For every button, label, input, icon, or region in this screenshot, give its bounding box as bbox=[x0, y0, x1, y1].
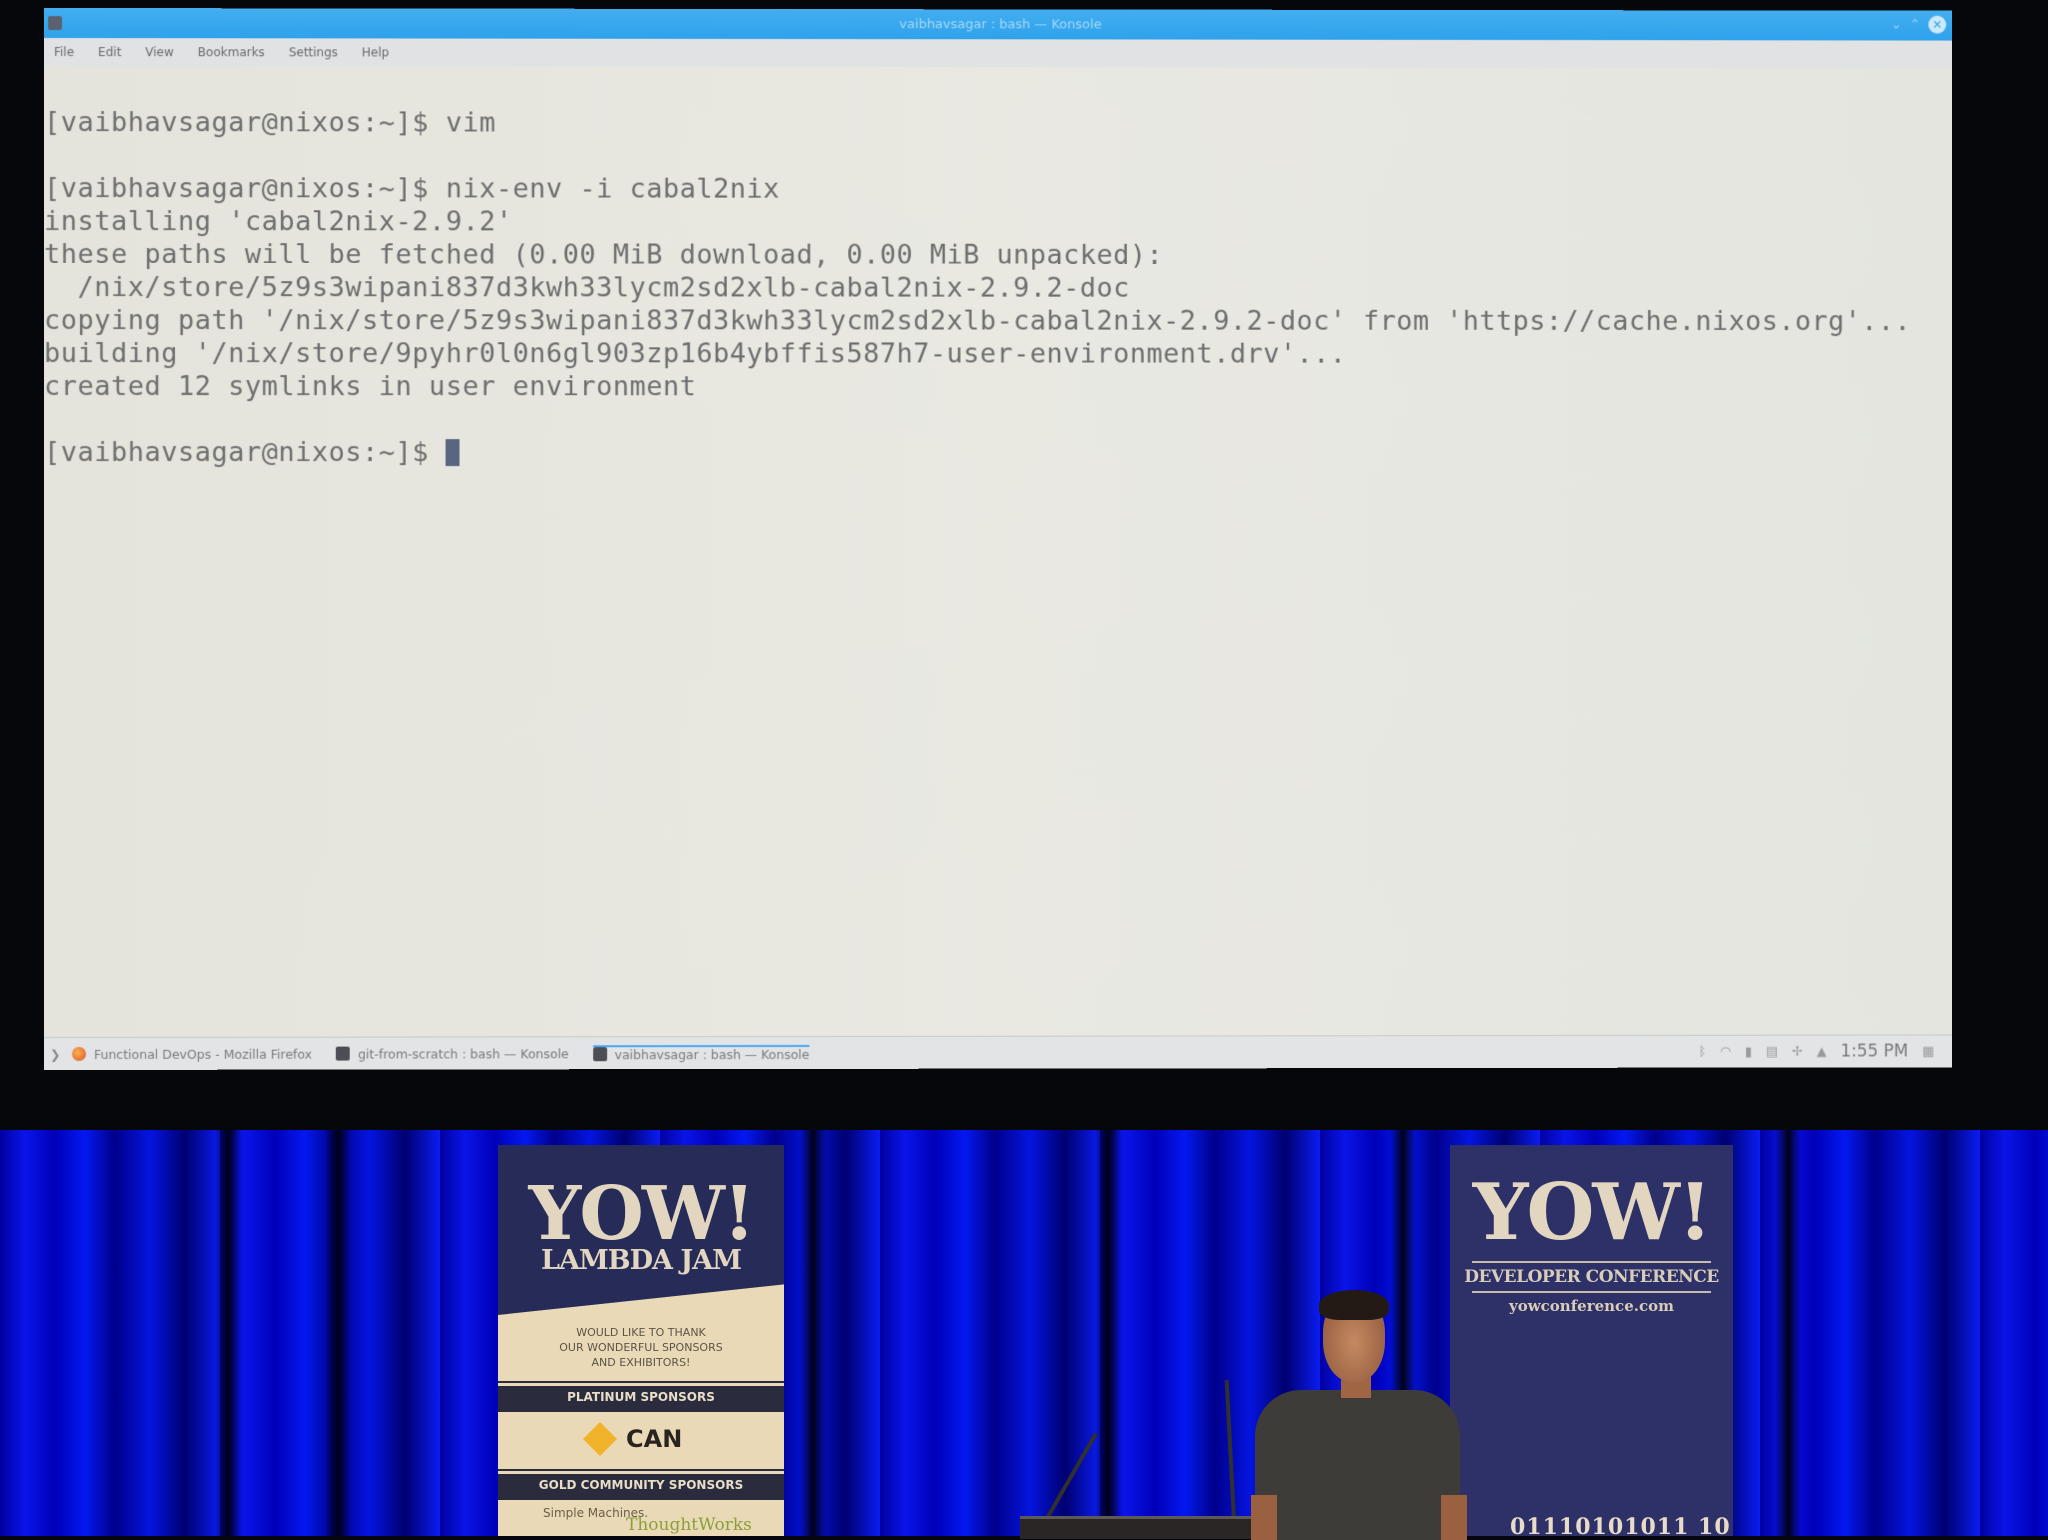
speaker-arm bbox=[1441, 1495, 1467, 1540]
task-label: git-from-scratch : bash — Konsole bbox=[357, 1045, 569, 1062]
menu-view[interactable]: View bbox=[145, 45, 173, 59]
projected-screen: vaibhavsagar : bash — Konsole ⌄ ⌃ ✕ File… bbox=[0, 0, 2048, 1130]
speaker-arm bbox=[1251, 1495, 1277, 1540]
speaker-torso bbox=[1255, 1390, 1460, 1540]
sponsor-thoughtworks: ThoughtWorks bbox=[626, 1515, 752, 1535]
thanks-line: OUR WONDERFUL SPONSORS bbox=[559, 1341, 723, 1354]
gold-heading: GOLD COMMUNITY SPONSORS bbox=[498, 1469, 784, 1500]
task-git-from-scratch[interactable]: git-from-scratch : bash — Konsole bbox=[335, 1045, 569, 1062]
terminal-line: building '/nix/store/9pyhr0l0n6gl903zp16… bbox=[44, 338, 1347, 370]
expand-tray-icon[interactable]: ▲ bbox=[1817, 1044, 1827, 1059]
banner-thanks: WOULD LIKE TO THANK OUR WONDERFUL SPONSO… bbox=[498, 1325, 784, 1370]
show-desktop-icon[interactable]: ▦ bbox=[1922, 1044, 1934, 1059]
terminal-prompt: [vaibhavsagar@nixos:~]$ bbox=[44, 437, 446, 469]
konsole-window: vaibhavsagar : bash — Konsole ⌄ ⌃ ✕ File… bbox=[44, 8, 1953, 1070]
volume-icon[interactable]: ✢ bbox=[1792, 1044, 1803, 1059]
wifi-icon[interactable]: ◠ bbox=[1720, 1044, 1731, 1059]
minimize-icon[interactable]: ⌄ bbox=[1891, 17, 1902, 32]
terminal-line: [vaibhavsagar@nixos:~]$ vim bbox=[44, 107, 496, 139]
task-firefox[interactable]: Functional DevOps - Mozilla Firefox bbox=[71, 1046, 312, 1062]
application-launcher-icon[interactable]: ❯ bbox=[50, 1046, 72, 1061]
window-controls: ⌄ ⌃ ✕ bbox=[1891, 15, 1947, 34]
banner-subtitle: DEVELOPER CONFERENCE bbox=[1464, 1267, 1719, 1287]
menu-help[interactable]: Help bbox=[362, 45, 389, 59]
terminal-line: created 12 symlinks in user environment bbox=[44, 371, 697, 403]
terminal-output[interactable]: [vaibhavsagar@nixos:~]$ vim [vaibhavsaga… bbox=[44, 66, 1953, 1038]
stage-curtain bbox=[0, 1130, 2048, 1536]
terminal-line: [vaibhavsagar@nixos:~]$ nix-env -i cabal… bbox=[44, 173, 780, 205]
firefox-icon bbox=[71, 1046, 86, 1061]
platinum-heading: PLATINUM SPONSORS bbox=[498, 1381, 784, 1412]
curtain-fold bbox=[215, 1130, 241, 1536]
curtain-fold bbox=[325, 1130, 351, 1536]
speaker-hair bbox=[1319, 1290, 1389, 1320]
taskbar: ❯ Functional DevOps - Mozilla Firefox gi… bbox=[44, 1034, 1953, 1070]
banner-binary: 01110101011 10 bbox=[1510, 1514, 1731, 1536]
clipboard-icon[interactable]: ▤ bbox=[1766, 1044, 1778, 1059]
divider bbox=[1472, 1261, 1711, 1263]
close-icon[interactable]: ✕ bbox=[1928, 15, 1947, 34]
terminal-prompt-line[interactable]: [vaibhavsagar@nixos:~]$ bbox=[44, 436, 1952, 469]
terminal-line: copying path '/nix/store/5z9s3wipani837d… bbox=[44, 305, 1912, 338]
terminal-line: these paths will be fetched (0.00 MiB do… bbox=[44, 239, 1164, 271]
window-title: vaibhavsagar : bash — Konsole bbox=[899, 16, 1102, 32]
clock[interactable]: 1:55 PM bbox=[1840, 1041, 1908, 1061]
task-vaibhavsagar-konsole[interactable]: vaibhavsagar : bash — Konsole bbox=[592, 1044, 810, 1062]
menu-bookmarks[interactable]: Bookmarks bbox=[198, 45, 265, 59]
menu-bar: File Edit View Bookmarks Settings Help bbox=[44, 38, 1953, 70]
terminal-line: installing 'cabal2nix-2.9.2' bbox=[44, 206, 513, 238]
banner-title: YOW! bbox=[1472, 1167, 1712, 1258]
diamond-icon bbox=[583, 1422, 617, 1456]
lambda-jam-banner: YOW! LAMBDA JAM WOULD LIKE TO THANK OUR … bbox=[498, 1145, 784, 1536]
curtain-fold bbox=[1775, 1130, 1801, 1536]
task-label: vaibhavsagar : bash — Konsole bbox=[614, 1046, 810, 1062]
menu-settings[interactable]: Settings bbox=[289, 45, 338, 59]
maximize-icon[interactable]: ⌃ bbox=[1910, 17, 1921, 32]
title-bar[interactable]: vaibhavsagar : bash — Konsole ⌄ ⌃ ✕ bbox=[44, 8, 1953, 41]
thanks-line: AND EXHIBITORS! bbox=[591, 1356, 691, 1369]
speaker bbox=[1245, 1290, 1475, 1540]
developer-conference-banner: YOW! DEVELOPER CONFERENCE yowconference.… bbox=[1450, 1145, 1733, 1536]
text-cursor bbox=[445, 439, 460, 467]
menu-edit[interactable]: Edit bbox=[98, 45, 121, 59]
konsole-icon bbox=[592, 1047, 607, 1062]
curtain-fold bbox=[1095, 1130, 1121, 1536]
platinum-sponsor: CAN bbox=[626, 1425, 683, 1453]
menu-file[interactable]: File bbox=[54, 45, 74, 59]
curtain-fold bbox=[800, 1130, 826, 1536]
banner-url: yowconference.com bbox=[1509, 1297, 1674, 1315]
terminal-line: /nix/store/5z9s3wipani837d3kwh33lycm2sd2… bbox=[44, 272, 1130, 304]
banner-subtitle: LAMBDA JAM bbox=[540, 1245, 742, 1276]
task-label: Functional DevOps - Mozilla Firefox bbox=[93, 1046, 312, 1062]
battery-icon[interactable]: ▮ bbox=[1745, 1044, 1752, 1059]
system-tray: ᛒ ◠ ▮ ▤ ✢ ▲ 1:55 PM ▦ bbox=[1698, 1041, 1934, 1061]
bluetooth-icon[interactable]: ᛒ bbox=[1698, 1044, 1706, 1059]
can-logo: CAN bbox=[583, 1422, 683, 1456]
divider bbox=[1472, 1291, 1711, 1293]
konsole-icon bbox=[335, 1046, 350, 1061]
thanks-line: WOULD LIKE TO THANK bbox=[576, 1326, 706, 1339]
